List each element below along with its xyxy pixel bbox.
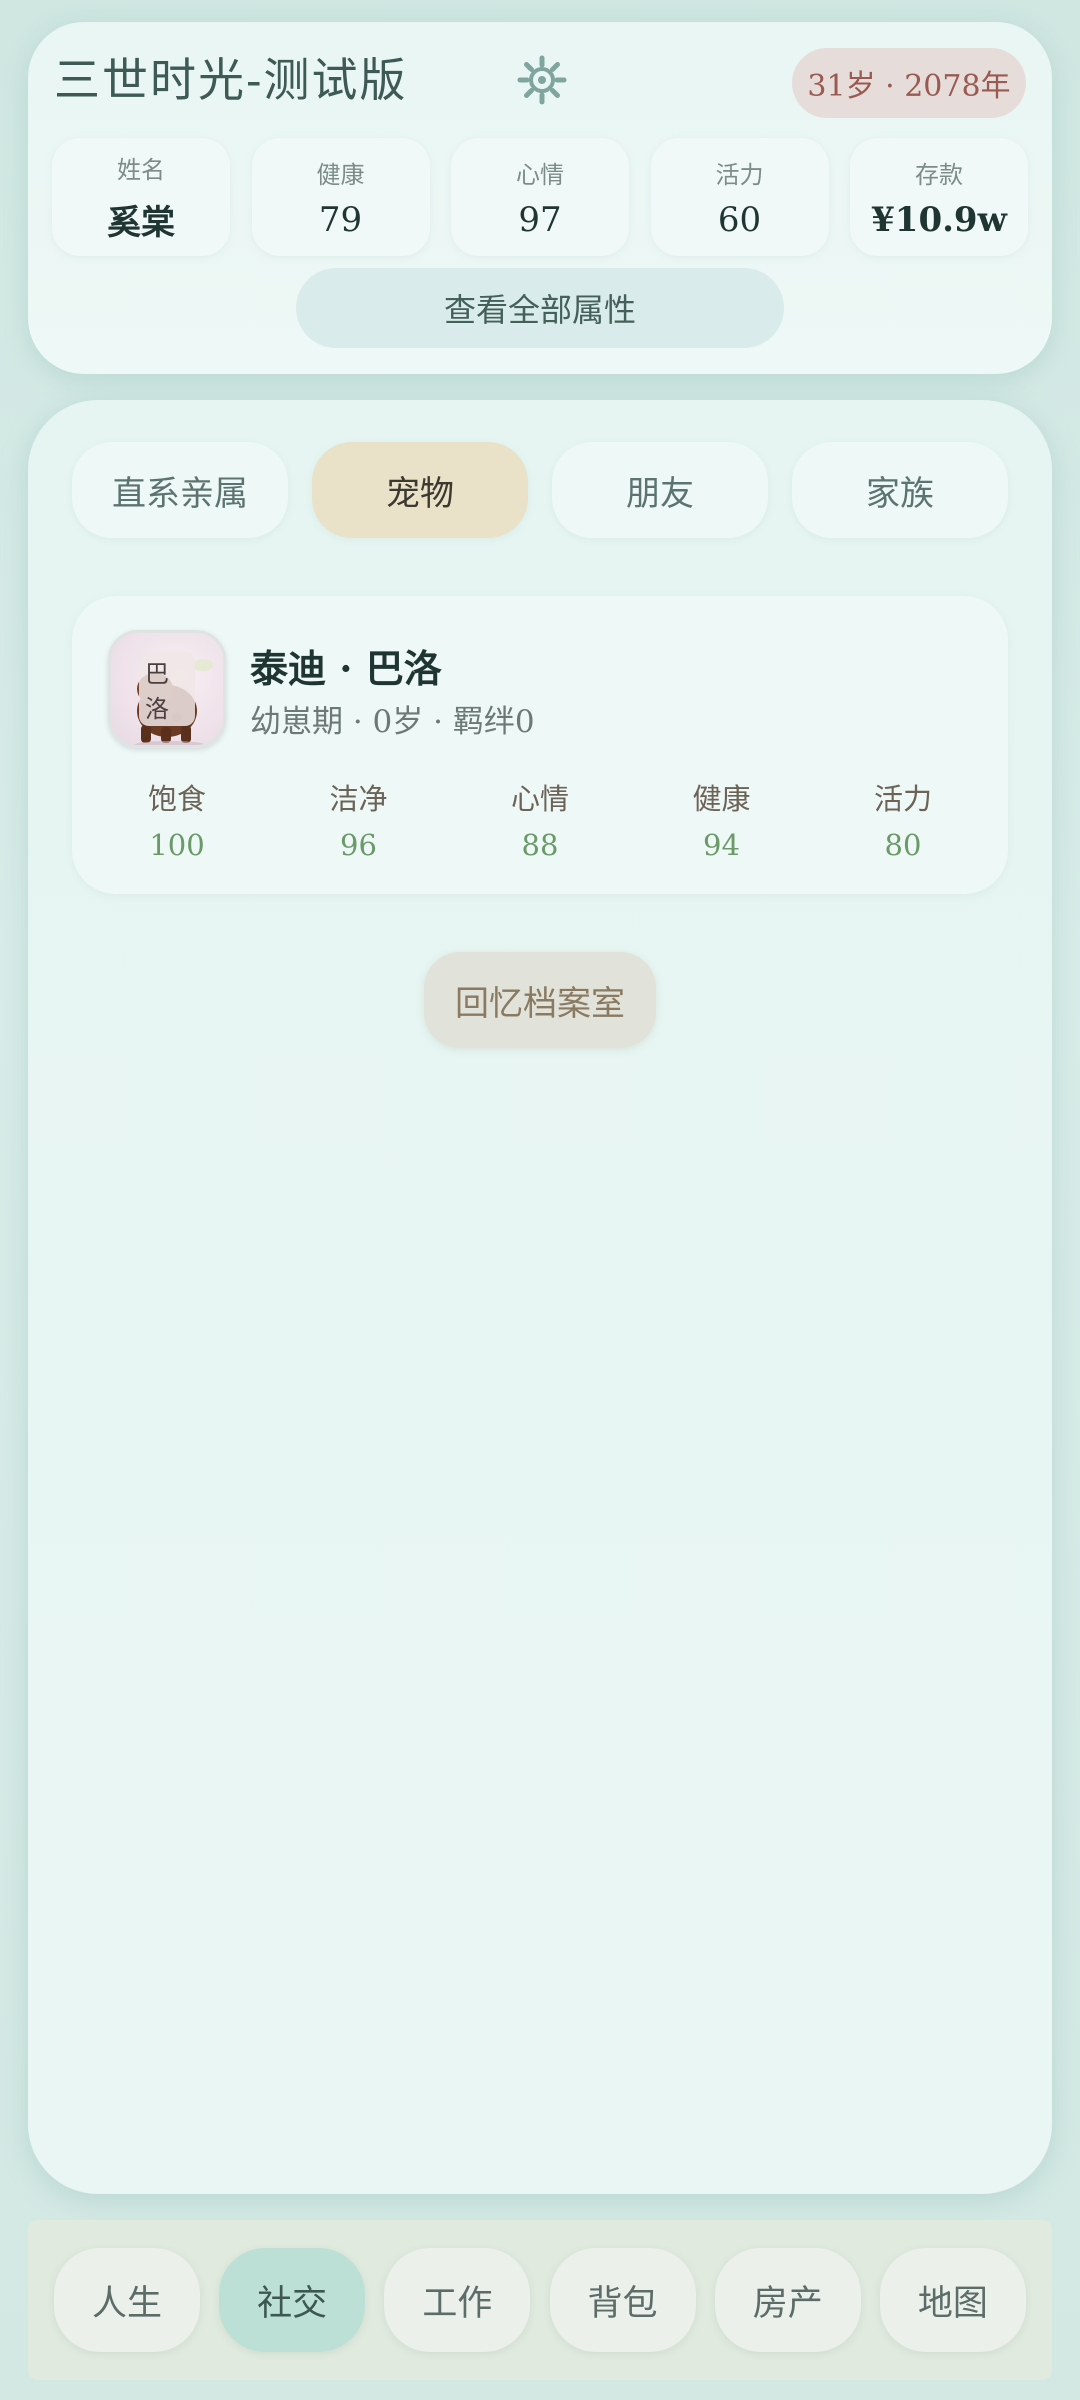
pet-stat-label: 心情 — [510, 782, 569, 816]
bottom-nav: 人生 社交 工作 背包 房产 地图 — [28, 2220, 1052, 2380]
pet-stat-value: 94 — [703, 828, 740, 862]
age-badge: 31岁 · 2078年 — [792, 48, 1026, 118]
social-tabs: 直系亲属 宠物 朋友 家族 — [72, 442, 1008, 538]
stat-label: 姓名 — [117, 156, 165, 184]
stat-value: 79 — [318, 199, 363, 240]
stat-energy: 活力 60 — [650, 138, 829, 256]
stat-label: 活力 — [715, 160, 764, 189]
pet-stat-fullness: 饱食 100 — [102, 776, 252, 872]
tab-pets[interactable]: 宠物 — [312, 442, 528, 538]
pet-stat-value: 96 — [340, 828, 377, 862]
pet-stat-label: 饱食 — [147, 782, 206, 816]
pet-stat-energy: 活力 80 — [828, 776, 978, 872]
nav-social[interactable]: 社交 — [219, 2248, 366, 2352]
tab-direct-relatives[interactable]: 直系亲属 — [72, 442, 288, 538]
gear-icon[interactable] — [516, 54, 568, 106]
stat-label: 健康 — [316, 160, 365, 189]
nav-life[interactable]: 人生 — [54, 2248, 200, 2352]
nav-property[interactable]: 房产 — [714, 2248, 861, 2352]
app-title: 三世时光-测试版 — [54, 53, 408, 107]
stat-name: 姓名 奚棠 — [52, 138, 230, 256]
view-all-attributes-button[interactable]: 查看全部属性 — [296, 268, 784, 348]
memory-archive-button[interactable]: 回忆档案室 — [424, 952, 656, 1048]
stat-savings: 存款 ¥10.9w — [850, 138, 1028, 256]
pet-stat-value: 100 — [149, 828, 205, 862]
stat-health: 健康 79 — [251, 138, 430, 256]
stat-label: 存款 — [915, 160, 963, 189]
header-card: 三世时光-测试版 31岁 · 2078年 姓名 奚棠 健康 79 心情 97 活… — [28, 22, 1052, 374]
stat-value: ¥10.9w — [871, 199, 1007, 240]
pet-stat-value: 80 — [884, 828, 922, 862]
pet-stat-value: 88 — [521, 828, 559, 862]
tab-clan[interactable]: 家族 — [792, 442, 1008, 538]
nav-backpack[interactable]: 背包 — [549, 2248, 696, 2352]
pet-stat-label: 活力 — [873, 782, 932, 816]
pet-stat-label: 洁净 — [329, 782, 388, 816]
stats-row: 姓名 奚棠 健康 79 心情 97 活力 60 存款 ¥10.9w — [52, 138, 1028, 256]
nav-map[interactable]: 地图 — [879, 2248, 1026, 2352]
pet-stats: 饱食 100 洁净 96 心情 88 健康 94 活力 80 — [102, 776, 978, 872]
pet-stat-health: 健康 94 — [647, 776, 797, 872]
pet-stat-cleanliness: 洁净 96 — [284, 776, 434, 872]
pet-card[interactable]: 巴洛 泰迪 · 巴洛 幼崽期 · 0岁 · 羁绊0 饱食 100 洁净 96 心… — [72, 596, 1008, 894]
avatar-tag: 巴洛 — [139, 652, 195, 726]
pet-name: 泰迪 · 巴洛 — [250, 646, 442, 691]
pet-stat-mood: 心情 88 — [465, 776, 615, 872]
main-card: 直系亲属 宠物 朋友 家族 巴洛 泰迪 · 巴洛 幼崽期 · 0岁 · 羁绊0 … — [28, 400, 1052, 2194]
stat-value: 97 — [518, 199, 562, 240]
pet-avatar[interactable]: 巴洛 — [108, 630, 226, 748]
stat-value: 奚棠 — [107, 203, 175, 243]
pet-stat-label: 健康 — [692, 782, 751, 816]
stat-label: 心情 — [516, 160, 564, 189]
pet-meta: 幼崽期 · 0岁 · 羁绊0 — [250, 704, 535, 740]
stat-value: 60 — [717, 199, 762, 240]
tab-friends[interactable]: 朋友 — [552, 442, 768, 538]
stat-mood: 心情 97 — [451, 138, 629, 256]
nav-work[interactable]: 工作 — [384, 2248, 531, 2352]
